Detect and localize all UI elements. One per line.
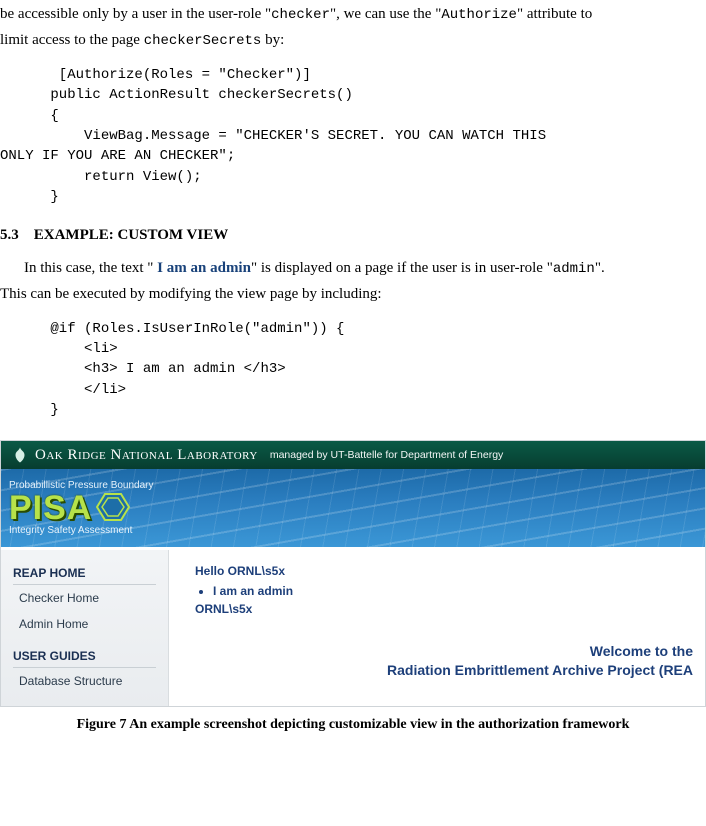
- section-heading: 5.3 EXAMPLE: CUSTOM VIEW: [0, 227, 706, 244]
- custom-view-para-line1: In this case, the text " I am an admin" …: [0, 258, 706, 280]
- code-block-authorize: [Authorize(Roles = "Checker")] public Ac…: [0, 65, 706, 207]
- screenshot-main: Hello ORNL\s5x I am an admin ORNL\s5x We…: [169, 550, 705, 706]
- role-checker-token: checker: [271, 7, 330, 23]
- custom-view-para-line2: This can be executed by modifying the vi…: [0, 284, 706, 305]
- section-title: EXAMPLE: CUSTOM VIEW: [34, 227, 228, 243]
- i-am-an-admin-highlight: I am an admin: [153, 260, 251, 276]
- welcome-line2: Radiation Embrittlement Archive Project …: [387, 662, 693, 678]
- pisa-banner: Probabillistic Pressure Boundary PISA In…: [1, 469, 705, 547]
- intro-text: be accessible only by a user in the user…: [0, 6, 271, 22]
- sidebar-item-admin-home[interactable]: Admin Home: [13, 611, 156, 637]
- sidebar: REAP HOME Checker Home Admin Home USER G…: [1, 550, 169, 706]
- ornl-header-bar: Oak Ridge National Laboratory managed by…: [1, 441, 705, 469]
- oak-leaf-icon: [11, 446, 29, 464]
- role-admin-token: admin: [553, 261, 595, 277]
- welcome-line1: Welcome to the: [590, 643, 693, 659]
- page-name-token: checkerSecrets: [144, 33, 262, 49]
- intro-text: by:: [261, 32, 284, 48]
- section-number: 5.3: [0, 227, 19, 243]
- hexagon-icon: [96, 492, 130, 525]
- pisa-subtitle-bottom: Integrity Safety Assessment: [9, 525, 154, 536]
- admin-bullet-item: I am an admin: [213, 584, 693, 598]
- username-text: ORNL\s5x: [195, 602, 693, 616]
- para-text: " is displayed on a page if the user is …: [251, 260, 553, 276]
- sidebar-head-user-guides: USER GUIDES: [13, 643, 156, 668]
- hello-user-text: Hello ORNL\s5x: [195, 564, 693, 578]
- welcome-block: Welcome to the Radiation Embrittlement A…: [195, 642, 693, 680]
- pisa-logo-text: PISA: [9, 491, 92, 525]
- figure-caption: Figure 7 An example screenshot depicting…: [0, 717, 706, 733]
- intro-text: ", we can use the ": [330, 6, 441, 22]
- ornl-managed-by: managed by UT-Battelle for Department of…: [270, 449, 503, 461]
- intro-text: limit access to the page: [0, 32, 144, 48]
- screenshot-body: REAP HOME Checker Home Admin Home USER G…: [1, 550, 705, 706]
- admin-bullet-list: I am an admin: [213, 584, 693, 598]
- sidebar-item-checker-home[interactable]: Checker Home: [13, 585, 156, 611]
- intro-line-2: limit access to the page checkerSecrets …: [0, 30, 706, 52]
- embedded-screenshot: Oak Ridge National Laboratory managed by…: [0, 440, 706, 707]
- ornl-lab-name: Oak Ridge National Laboratory: [35, 447, 258, 464]
- intro-text: " attribute to: [517, 6, 592, 22]
- sidebar-item-database-structure[interactable]: Database Structure: [13, 668, 156, 694]
- intro-line-1: be accessible only by a user in the user…: [0, 4, 706, 26]
- sidebar-head-reap-home: REAP HOME: [13, 560, 156, 585]
- para-text: In this case, the text ": [24, 260, 153, 276]
- para-text: ".: [595, 260, 605, 276]
- pisa-logo-block: Probabillistic Pressure Boundary PISA In…: [9, 480, 154, 536]
- code-block-roles-check: @if (Roles.IsUserInRole("admin")) { <li>…: [0, 319, 706, 420]
- authorize-token: Authorize: [441, 7, 517, 23]
